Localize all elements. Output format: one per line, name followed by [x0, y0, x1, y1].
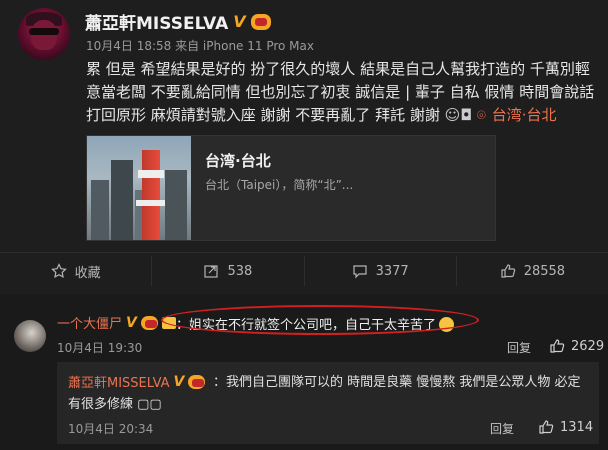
post-meta: 10月4日 18:58 来自 iPhone 11 Pro Max: [86, 39, 314, 53]
like-button[interactable]: 28558: [457, 256, 608, 286]
comment-time: 10月4日 19:30: [57, 341, 143, 355]
reply-like-count: 1314: [560, 419, 594, 435]
star-icon: [50, 263, 67, 279]
comment-author-name[interactable]: 一个大僵尸: [57, 313, 122, 332]
location-thumbnail: [87, 136, 191, 240]
share-icon: [203, 263, 219, 279]
reply-text: ：我們自己團隊可以的 時間是良藥 慢慢熬 我們是公眾人物 必定有很多修練 ▢▢: [68, 375, 581, 412]
verified-icon: V: [233, 12, 246, 31]
highlight-circle: [161, 305, 479, 335]
repost-button[interactable]: 538: [152, 256, 305, 286]
thumbs-up-icon: [500, 263, 516, 279]
location-card[interactable]: 台湾·台北 台北（Taipei），简称“北”...: [86, 135, 496, 241]
comment-count: 3377: [375, 263, 409, 279]
vip-icon: [140, 315, 158, 330]
verified-icon: V: [126, 314, 137, 331]
comment-like-count: 2629: [571, 338, 605, 354]
author-avatar[interactable]: [18, 8, 70, 60]
card-title: 台湾·台北: [205, 152, 271, 170]
favorite-label: 收藏: [74, 265, 101, 281]
location-pin-icon: ⌾: [476, 106, 486, 124]
vip-icon: [250, 13, 271, 30]
thumbs-up-icon: [538, 419, 554, 435]
post-text: 累 但是 希望結果是好的 扮了很久的壞人 結果是自己人幫我打造的 千萬別輕意當老…: [86, 58, 596, 127]
reply-like-button[interactable]: 1314: [538, 419, 593, 435]
divider: [0, 252, 608, 253]
emoji-icon: ☺◘: [444, 106, 473, 124]
commenter-avatar[interactable]: [14, 320, 46, 352]
location-link[interactable]: ⌾ 台湾·台北: [477, 106, 557, 124]
repost-count: 538: [227, 263, 253, 279]
card-description: 台北（Taipei），简称“北”...: [205, 178, 354, 192]
post-author[interactable]: 蕭亞軒MISSELVA V: [85, 9, 271, 34]
comment-author[interactable]: 一个大僵尸 V: [57, 313, 176, 332]
reply-time: 10月4日 20:34: [68, 422, 154, 436]
location-label: 台湾·台北: [491, 106, 557, 124]
like-count: 28558: [523, 263, 566, 279]
favorite-button[interactable]: 收藏: [0, 256, 153, 286]
thumbs-up-icon: [549, 338, 565, 354]
comment-icon: [352, 263, 368, 279]
action-bar: 收藏 538 3377 28558: [0, 256, 608, 286]
comment-like-button[interactable]: 2629: [549, 338, 604, 354]
reply-button[interactable]: 回复: [490, 420, 514, 437]
reply-button[interactable]: 回复: [507, 339, 531, 356]
comment-button[interactable]: 3377: [305, 256, 457, 286]
post-author-name[interactable]: 蕭亞軒MISSELVA: [85, 9, 228, 34]
